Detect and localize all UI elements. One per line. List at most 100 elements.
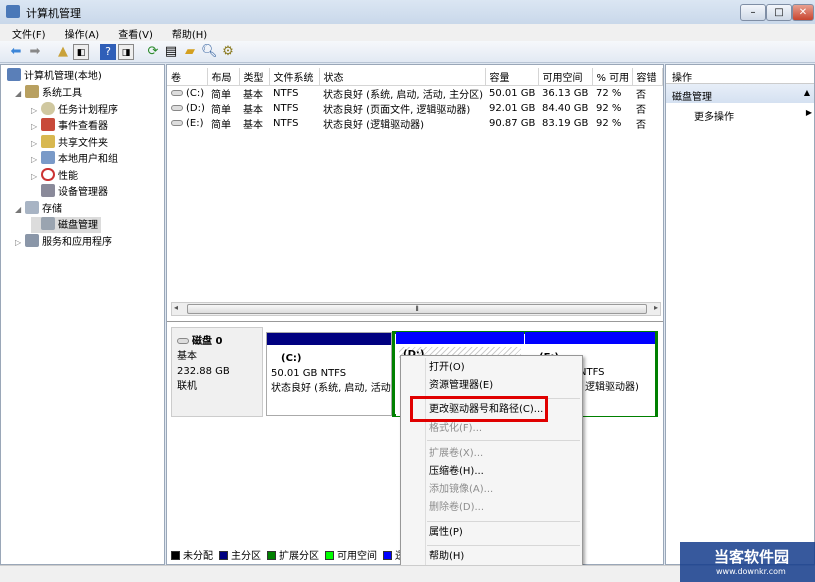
shared-folder-icon: [41, 135, 55, 148]
menu-item-explorer[interactable]: 资源管理器(E): [429, 377, 493, 395]
partition-status: 状态良好 (系统, 启动, 活动: [271, 383, 391, 394]
actions-section-disk-management[interactable]: 磁盘管理 ▲: [666, 84, 814, 103]
forward-icon[interactable]: ➡: [27, 44, 43, 60]
submenu-arrow-icon: ▶: [805, 108, 812, 117]
table-cell: 否: [636, 89, 646, 101]
swatch: [267, 551, 276, 560]
tree-item-performance[interactable]: ▷ 性能: [31, 168, 78, 184]
menu-action[interactable]: 操作(A): [53, 24, 107, 41]
scrollbar-thumb[interactable]: ⦀: [187, 304, 647, 314]
partition-bar: [396, 332, 524, 344]
maximize-button[interactable]: □: [766, 4, 792, 21]
back-icon[interactable]: ⬅: [8, 44, 24, 60]
navigation-tree: 计算机管理(本地) ◢ 系统工具 ▷ 任务计划程序 ▷ 事件查看器 ▷ 共享文件夹 ▷ 本…: [0, 64, 165, 565]
services-icon: [25, 234, 39, 247]
event-viewer-icon: [41, 118, 55, 131]
table-cell: 否: [636, 119, 646, 131]
expander-icon[interactable]: ◢: [15, 202, 25, 218]
menu-item-help[interactable]: 帮助(H): [429, 548, 464, 566]
tree-item-disk-management[interactable]: 磁盘管理: [31, 217, 101, 233]
menu-item-format[interactable]: 格式化(F)...: [429, 420, 482, 438]
table-row[interactable]: (C:) 简单 基本 NTFS 状态良好 (系统, 启动, 活动, 主分区) 50.01 …: [167, 85, 662, 101]
menu-help[interactable]: 帮助(H): [160, 24, 214, 41]
col-volume[interactable]: 卷: [167, 68, 208, 86]
tree-item-storage[interactable]: ◢ 存储: [15, 201, 62, 217]
menu-view[interactable]: 查看(V): [106, 24, 160, 41]
table-cell: 36.13 GB: [542, 87, 589, 99]
table-cell: 基本: [243, 119, 263, 131]
tree-item-task-scheduler[interactable]: ▷ 任务计划程序: [31, 102, 118, 118]
partition-bar: [267, 333, 391, 345]
col-fault-tolerance[interactable]: 容错: [632, 68, 663, 86]
users-icon: [41, 151, 55, 164]
drive-icon: [171, 89, 183, 96]
table-cell: 状态良好 (逻辑驱动器): [323, 119, 424, 131]
tree-item-computer-management[interactable]: 计算机管理(本地): [7, 68, 102, 84]
more-actions[interactable]: 更多操作 ▶: [666, 103, 814, 123]
col-layout[interactable]: 布局: [207, 68, 240, 86]
partition-c[interactable]: (C:) 50.01 GB NTFS 状态良好 (系统, 启动, 活动: [266, 332, 392, 416]
expander-icon[interactable]: ▷: [31, 103, 41, 119]
toolbar: ⬅ ➡ ▲ ◧ ? ◨ ⟳ ▤ ▰ 🔍︎ ⚙: [0, 41, 815, 63]
show-hide-action-pane-icon[interactable]: ◨: [118, 44, 134, 60]
refresh-icon[interactable]: ⟳: [145, 44, 161, 60]
context-menu: 打开(O) 资源管理器(E) 更改驱动器号和路径(C)... 格式化(F)...…: [400, 355, 583, 570]
expander-icon[interactable]: ▷: [31, 119, 41, 135]
disk-type: 基本: [177, 351, 197, 362]
actions-header: 操作: [666, 65, 814, 84]
col-percent-free[interactable]: % 可用: [592, 68, 633, 86]
help-icon[interactable]: ?: [100, 44, 116, 60]
up-folder-icon[interactable]: ▲: [55, 44, 71, 60]
disk-0-label[interactable]: 磁盘 0 基本 232.88 GB 联机: [171, 327, 263, 417]
actions-pane: 操作 磁盘管理 ▲ 更多操作 ▶: [665, 64, 815, 565]
tree-item-services-apps[interactable]: ▷ 服务和应用程序: [15, 234, 112, 250]
horizontal-scrollbar[interactable]: ◂ ⦀ ▸: [171, 302, 661, 316]
table-row[interactable]: (D:) 简单 基本 NTFS 状态良好 (页面文件, 逻辑驱动器) 92.01 GB 84…: [167, 101, 662, 116]
col-filesystem[interactable]: 文件系统: [269, 68, 320, 86]
col-free[interactable]: 可用空间: [538, 68, 593, 86]
legend: 未分配 主分区 扩展分区 可用空间 逻: [171, 547, 405, 562]
properties-icon[interactable]: ▤: [163, 44, 179, 60]
table-cell: 83.19 GB: [542, 117, 589, 129]
menu-item-open[interactable]: 打开(O): [429, 359, 465, 377]
menu-item-add-mirror[interactable]: 添加镜像(A)...: [429, 481, 493, 499]
expander-icon[interactable]: ▷: [15, 235, 25, 251]
menu-file[interactable]: 文件(F): [0, 24, 53, 41]
open-folder-icon[interactable]: ▰: [182, 44, 198, 60]
performance-icon: [41, 168, 55, 181]
legend-primary: 主分区: [219, 547, 261, 562]
table-cell: 状态良好 (页面文件, 逻辑驱动器): [323, 104, 471, 116]
scroll-left-icon[interactable]: ◂: [174, 303, 178, 312]
tree-item-device-manager[interactable]: 设备管理器: [31, 184, 108, 200]
menu-item-properties[interactable]: 属性(P): [429, 524, 463, 542]
table-cell: (D:): [167, 101, 207, 116]
show-hide-tree-icon[interactable]: ◧: [73, 44, 89, 60]
table-cell: NTFS: [273, 87, 299, 99]
settings-icon[interactable]: ⚙: [220, 44, 236, 60]
minimize-button[interactable]: –: [740, 4, 766, 21]
tree-item-shared-folders[interactable]: ▷ 共享文件夹: [31, 135, 108, 151]
tree-item-local-users[interactable]: ▷ 本地用户和组: [31, 151, 118, 167]
close-button[interactable]: ✕: [792, 4, 814, 21]
legend-unallocated: 未分配: [171, 547, 213, 562]
menu-item-shrink[interactable]: 压缩卷(H)...: [429, 463, 484, 481]
tree-item-system-tools[interactable]: ◢ 系统工具: [15, 85, 82, 101]
table-cell: 92.01 GB: [489, 102, 536, 114]
collapse-icon[interactable]: ▲: [804, 88, 810, 97]
swatch: [383, 551, 392, 560]
expander-icon[interactable]: ▷: [31, 152, 41, 168]
menu-item-delete[interactable]: 删除卷(D)...: [429, 499, 484, 517]
col-type[interactable]: 类型: [239, 68, 270, 86]
expander-icon[interactable]: ◢: [15, 86, 25, 102]
expander-icon[interactable]: ▷: [31, 169, 41, 185]
tree-item-event-viewer[interactable]: ▷ 事件查看器: [31, 118, 108, 134]
menu-item-extend[interactable]: 扩展卷(X)...: [429, 445, 483, 463]
expander-icon[interactable]: ▷: [31, 136, 41, 152]
col-status[interactable]: 状态: [319, 68, 486, 86]
col-capacity[interactable]: 容量: [485, 68, 539, 86]
table-row[interactable]: (E:) 简单 基本 NTFS 状态良好 (逻辑驱动器) 90.87 GB 83.19 GB…: [167, 116, 662, 131]
search-icon[interactable]: 🔍︎: [201, 44, 218, 60]
computer-icon: [7, 68, 21, 81]
table-cell: 基本: [243, 104, 263, 116]
scroll-right-icon[interactable]: ▸: [654, 303, 658, 312]
